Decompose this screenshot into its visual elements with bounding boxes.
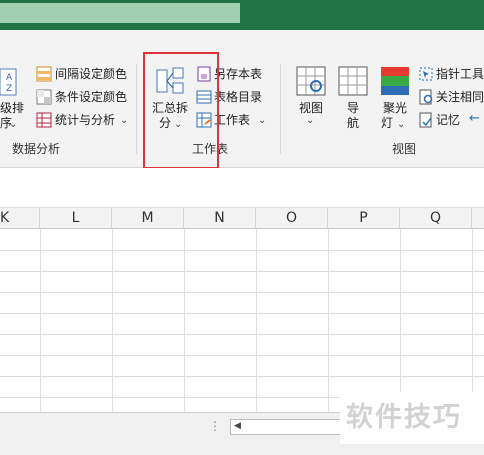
sort-button-label-1[interactable]: 级排 <box>0 101 24 115</box>
sort-az-icon: A Z <box>0 68 17 96</box>
chevron-down-icon: ⌄ <box>397 119 406 130</box>
stats-analysis-button[interactable]: 统计与分析 <box>55 113 115 127</box>
condition-color-button[interactable]: 条件设定颜色 <box>55 90 127 104</box>
follow-same-icon <box>419 89 433 105</box>
column-header-m[interactable]: M <box>112 208 184 229</box>
svg-text:A: A <box>6 73 13 83</box>
view-button[interactable]: 视图 <box>292 101 330 115</box>
horizontal-scrollbar[interactable]: ◀ <box>230 419 350 435</box>
group-divider <box>136 64 137 154</box>
memory-icon <box>419 112 432 128</box>
view-icon <box>296 66 326 96</box>
group-divider <box>280 64 281 154</box>
row-line <box>0 376 484 377</box>
view-group-label: 视图 <box>392 142 417 156</box>
row-line <box>0 271 484 272</box>
column-line <box>40 229 41 412</box>
arrow-left-icon[interactable]: ← <box>469 112 480 126</box>
table-directory-button[interactable]: 表格目录 <box>214 90 262 104</box>
column-line <box>112 229 113 412</box>
chevron-down-icon: ⌄ <box>120 115 129 126</box>
follow-same-button[interactable]: 关注相同 <box>436 90 484 104</box>
chevron-down-icon: ⌄ <box>306 115 315 126</box>
interval-color-button[interactable]: 间隔设定颜色 <box>55 67 127 81</box>
save-workbook-button[interactable]: 另存本表 <box>214 67 262 81</box>
column-line <box>472 229 473 412</box>
data-analysis-group-label: 数据分析 <box>12 142 61 156</box>
splitter-handle-icon[interactable]: ⋮ <box>209 419 221 433</box>
scroll-left-icon[interactable]: ◀ <box>234 421 241 431</box>
spotlight-button-line1[interactable]: 聚光 <box>376 101 414 115</box>
column-header-q[interactable]: Q <box>400 208 472 229</box>
chevron-down-icon: ⌄ <box>258 115 267 126</box>
stats-analysis-icon <box>36 112 52 128</box>
column-header-n[interactable]: N <box>184 208 256 229</box>
column-line <box>328 229 329 412</box>
worksheet-button[interactable]: 工作表 <box>214 113 250 127</box>
formula-bar-area <box>0 168 484 208</box>
watermark: 软件技巧 <box>340 392 484 444</box>
navigation-button-line2[interactable]: 航 <box>340 116 366 130</box>
navigation-icon <box>338 66 368 96</box>
row-line <box>0 313 484 314</box>
column-line <box>256 229 257 412</box>
memory-button[interactable]: 记忆 <box>436 113 460 127</box>
title-bar <box>0 0 484 30</box>
pointer-tool-icon <box>419 67 433 81</box>
column-header-l[interactable]: L <box>40 208 112 229</box>
column-header-k[interactable]: K <box>0 208 40 229</box>
row-line <box>0 334 484 335</box>
interval-color-icon <box>36 66 52 82</box>
navigation-button-line1[interactable]: 导 <box>340 101 366 115</box>
ribbon: A Z 级排 序 ⌄ 间隔设定颜色 条件设定颜色 统计与分析 ⌄ 数据分析 汇总… <box>0 30 484 168</box>
column-header-partial[interactable] <box>472 208 484 229</box>
title-search-box[interactable] <box>0 3 240 23</box>
highlight-annotation <box>143 52 219 169</box>
pointer-tool-button[interactable]: 指针工具 <box>436 67 484 81</box>
cell-grid[interactable] <box>0 229 484 412</box>
svg-text:Z: Z <box>6 84 12 94</box>
row-line <box>0 355 484 356</box>
spotlight-icon <box>381 67 409 95</box>
chevron-down-icon: ⌄ <box>9 119 18 130</box>
column-header-o[interactable]: O <box>256 208 328 229</box>
spotlight-button-line2[interactable]: 灯 <box>381 116 393 130</box>
row-line <box>0 292 484 293</box>
column-header-p[interactable]: P <box>328 208 400 229</box>
condition-color-icon <box>36 89 52 105</box>
row-line <box>0 250 484 251</box>
column-line <box>184 229 185 412</box>
column-line <box>400 229 401 412</box>
